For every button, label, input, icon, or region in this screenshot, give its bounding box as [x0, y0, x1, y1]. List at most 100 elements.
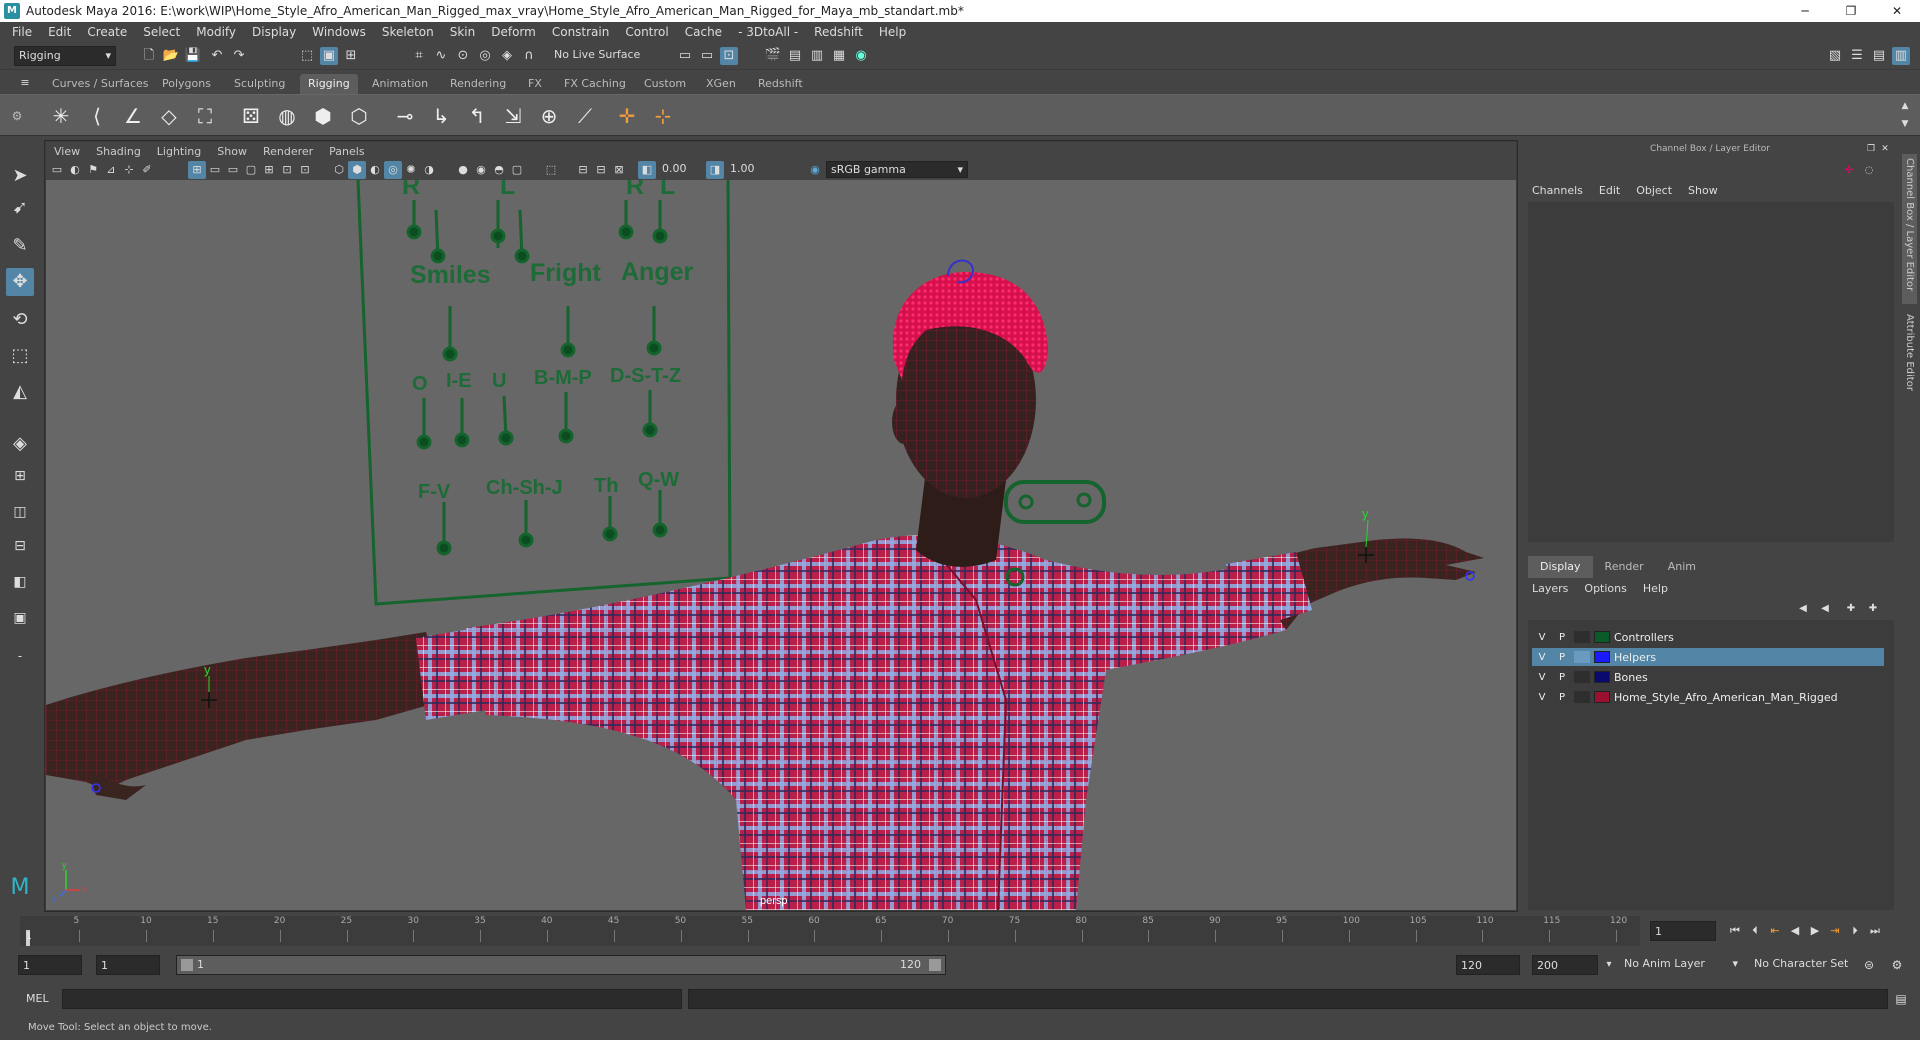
- insert-joint-icon[interactable]: ⟨: [82, 101, 112, 131]
- character-right-arm[interactable]: [1226, 538, 1484, 633]
- safe-action-icon[interactable]: ⊡: [278, 161, 296, 179]
- range-end-handle[interactable]: [929, 959, 941, 971]
- play-backward-icon[interactable]: ◀: [1786, 922, 1804, 940]
- tab-custom[interactable]: Custom: [636, 74, 694, 94]
- constraint-point-icon[interactable]: ⊸: [390, 101, 420, 131]
- range-bar[interactable]: 1 120: [176, 955, 946, 975]
- scroll-down-icon[interactable]: ▼: [1896, 115, 1914, 133]
- gamma-icon[interactable]: ◨: [706, 161, 724, 179]
- construction-history-icon[interactable]: ⊡: [720, 47, 738, 65]
- motion-blur-icon[interactable]: ⊟: [574, 161, 592, 179]
- tab-rigging[interactable]: Rigging: [300, 74, 358, 94]
- four-pane-layout-icon[interactable]: ⊞: [6, 462, 34, 490]
- menu-modify[interactable]: Modify: [188, 25, 244, 39]
- ipr-render-icon[interactable]: ▥: [808, 47, 826, 65]
- go-to-end-icon[interactable]: ⏭: [1866, 922, 1884, 940]
- paint-select-tool-icon[interactable]: ✎: [6, 232, 34, 260]
- vp-menu-renderer[interactable]: Renderer: [255, 145, 321, 158]
- shelf-menu-icon[interactable]: ≡: [16, 74, 34, 92]
- constraint-scale-icon[interactable]: ⇲: [498, 101, 528, 131]
- last-tool-icon[interactable]: ◭: [6, 378, 34, 406]
- menu-create[interactable]: Create: [79, 25, 135, 39]
- select-camera-icon[interactable]: ▭: [48, 161, 66, 179]
- vp-menu-shading[interactable]: Shading: [88, 145, 149, 158]
- layer-visibility-toggle[interactable]: V: [1532, 652, 1552, 663]
- layer-playback-toggle[interactable]: P: [1552, 692, 1572, 703]
- layer-row-helpers[interactable]: V P Helpers: [1532, 648, 1884, 666]
- lasso-tool-icon[interactable]: ➹: [6, 194, 34, 222]
- auto-key-icon[interactable]: ⊜: [1860, 956, 1878, 974]
- menu-constrain[interactable]: Constrain: [544, 25, 618, 39]
- wireframe-on-shaded-icon[interactable]: ◐: [366, 161, 384, 179]
- smooth-bind-icon[interactable]: ◍: [272, 101, 302, 131]
- persp-outliner-layout-icon[interactable]: ⊟: [6, 532, 34, 560]
- step-forward-frame-icon[interactable]: ⇥: [1826, 922, 1844, 940]
- camera-attributes-icon[interactable]: ◐: [66, 161, 84, 179]
- layer-color-swatch[interactable]: [1594, 651, 1610, 663]
- depth-of-field-icon[interactable]: ⊟: [592, 161, 610, 179]
- animation-end-field[interactable]: 200: [1532, 955, 1598, 975]
- input-ops-icon[interactable]: ▭: [676, 47, 694, 65]
- ik-spline-icon[interactable]: ◇: [154, 101, 184, 131]
- vp-menu-show[interactable]: Show: [209, 145, 255, 158]
- smooth-shade-icon[interactable]: ⬢: [348, 161, 366, 179]
- layer-menu-options[interactable]: Options: [1576, 582, 1634, 595]
- layer-visibility-toggle[interactable]: V: [1532, 632, 1552, 643]
- select-component-icon[interactable]: ⊞: [342, 47, 360, 65]
- vp-menu-view[interactable]: View: [46, 145, 88, 158]
- render-settings-icon[interactable]: ▦: [830, 47, 848, 65]
- image-plane-icon[interactable]: ⊿: [102, 161, 120, 179]
- layer-playback-toggle[interactable]: P: [1552, 672, 1572, 683]
- menu-windows[interactable]: Windows: [304, 25, 374, 39]
- tab-display-layers[interactable]: Display: [1528, 556, 1593, 578]
- step-back-frame-icon[interactable]: ⇤: [1766, 922, 1784, 940]
- gate-mask-icon[interactable]: ▢: [242, 161, 260, 179]
- viewport-canvas[interactable]: R L R L Smiles Fright Anger O I-E U B-M-…: [46, 180, 1516, 910]
- new-scene-icon[interactable]: 🗋: [140, 47, 158, 65]
- vp-menu-panels[interactable]: Panels: [321, 145, 372, 158]
- shadows-icon[interactable]: ◑: [420, 161, 438, 179]
- menu-help[interactable]: Help: [871, 25, 914, 39]
- shelf-options-icon[interactable]: ⚙: [2, 101, 32, 131]
- script-editor-icon[interactable]: ▤: [1892, 990, 1910, 1008]
- tab-fx-caching[interactable]: FX Caching: [556, 74, 634, 94]
- side-by-side-layout-icon[interactable]: ◫: [6, 498, 34, 526]
- layer-playback-toggle[interactable]: P: [1552, 652, 1572, 663]
- bind-skin-icon[interactable]: ⚄: [236, 101, 266, 131]
- step-forward-key-icon[interactable]: ⏵: [1846, 922, 1864, 940]
- rotate-tool-icon[interactable]: ⟲: [6, 306, 34, 334]
- tab-fx[interactable]: FX: [520, 74, 550, 94]
- hypershade-icon[interactable]: ◉: [852, 47, 870, 65]
- menu-set-dropdown[interactable]: Rigging ▾: [14, 46, 116, 66]
- maximize-button[interactable]: ❐: [1828, 0, 1874, 22]
- anim-layer-dropdown[interactable]: No Anim Layer ▾: [1620, 955, 1740, 975]
- current-frame-field[interactable]: 1: [1650, 921, 1716, 941]
- menu-redshift[interactable]: Redshift: [806, 25, 871, 39]
- speed-icon[interactable]: ◌: [1860, 162, 1878, 180]
- locator-parent-icon[interactable]: ⊹: [648, 101, 678, 131]
- layer-playback-toggle[interactable]: P: [1552, 632, 1572, 643]
- undo-icon[interactable]: ↶: [208, 47, 226, 65]
- color-management-icon[interactable]: ◉: [806, 161, 824, 179]
- playback-end-field[interactable]: 120: [1456, 955, 1520, 975]
- layer-display-type[interactable]: [1574, 651, 1590, 663]
- save-scene-icon[interactable]: 💾: [184, 47, 202, 65]
- single-pane-layout-icon[interactable]: ◈: [6, 430, 34, 458]
- new-layer-selected-icon[interactable]: ✚: [1864, 600, 1882, 618]
- hud-icon[interactable]: ⊠: [610, 161, 628, 179]
- side-tab-channel-box[interactable]: Channel Box / Layer Editor: [1902, 154, 1917, 304]
- snap-grid-icon[interactable]: ⌗: [410, 47, 428, 65]
- ambient-occlusion-icon[interactable]: ◓: [490, 161, 508, 179]
- menu-skin[interactable]: Skin: [442, 25, 484, 39]
- tool-settings-toggle-icon[interactable]: ▤: [1870, 47, 1888, 65]
- layer-display-type[interactable]: [1574, 691, 1590, 703]
- live-surface-field[interactable]: No Live Surface: [550, 46, 674, 66]
- cb-menu-channels[interactable]: Channels: [1524, 184, 1591, 197]
- command-input[interactable]: [62, 989, 682, 1009]
- channel-list[interactable]: [1528, 202, 1894, 542]
- snap-point-icon[interactable]: ⊙: [454, 47, 472, 65]
- snap-view-icon[interactable]: ◎: [476, 47, 494, 65]
- manipulator-icon[interactable]: ✣: [1840, 162, 1858, 180]
- menu-skeleton[interactable]: Skeleton: [374, 25, 442, 39]
- attribute-editor-toggle-icon[interactable]: ☰: [1848, 47, 1866, 65]
